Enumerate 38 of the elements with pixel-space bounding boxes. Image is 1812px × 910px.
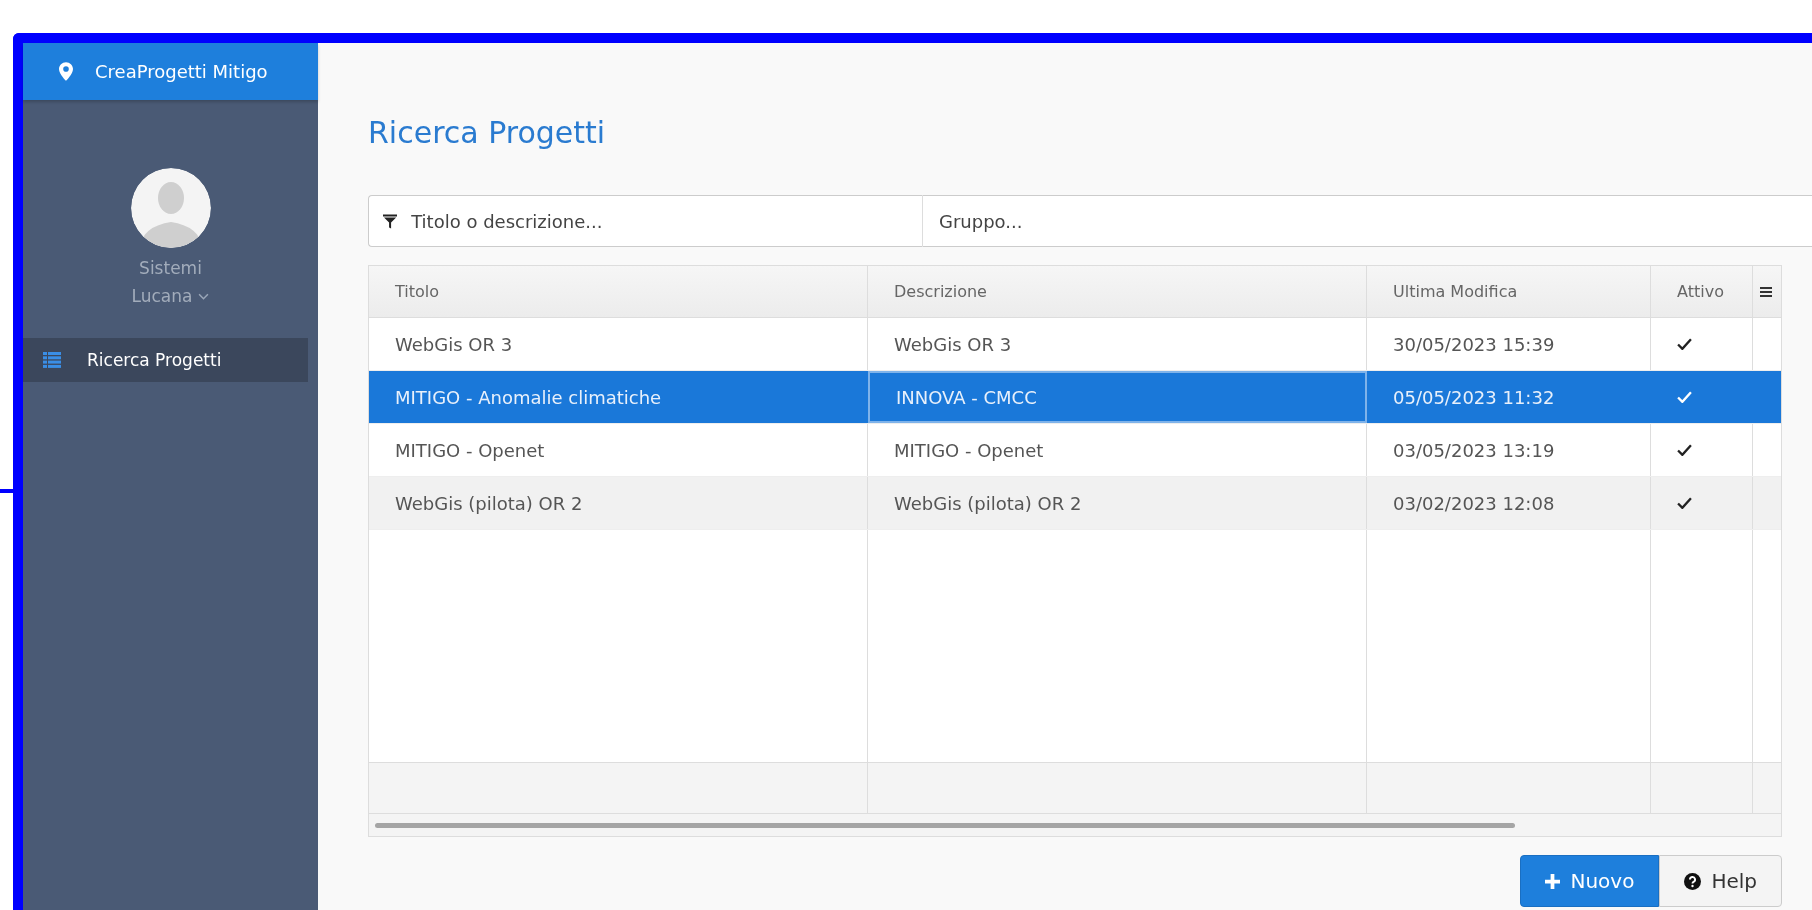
user-name: Sistemi xyxy=(139,257,202,280)
list-icon xyxy=(43,352,61,368)
table-cell: WebGis OR 3 xyxy=(894,333,1012,355)
filter-box[interactable]: Gruppo... xyxy=(923,195,1812,247)
table-cell: 03/02/2023 12:08 xyxy=(1393,492,1555,514)
chevron-down-icon xyxy=(198,292,210,300)
sidebar-item[interactable]: Ricerca Progetti xyxy=(23,338,308,382)
scrollbar-thumb[interactable] xyxy=(375,822,1515,828)
table-cell: 30/05/2023 15:39 xyxy=(1393,333,1555,355)
table-row[interactable]: WebGis (pilota) OR 2 WebGis (pilota) OR 2 03/02/2023 12:08 xyxy=(369,477,1781,530)
filter-box[interactable]: Titolo o descrizione... xyxy=(368,195,923,247)
column-header[interactable]: Descrizione xyxy=(868,266,1367,317)
column-header[interactable]: Attivo xyxy=(1651,266,1753,317)
filter-field[interactable]: Gruppo... xyxy=(937,209,1812,233)
table-cell: 05/05/2023 11:32 xyxy=(1393,386,1555,408)
column-header[interactable]: Ultima Modifica xyxy=(1367,266,1651,317)
table-cell: MITIGO - Openet xyxy=(395,439,545,461)
page-title: Ricerca Progetti xyxy=(368,114,606,152)
app-title: CreaProgetti Mitigo xyxy=(95,61,268,82)
table-row[interactable]: MITIGO - Anomalie climatiche INNOVA - CMCC 05/05/2023 11:32 xyxy=(369,371,1781,424)
table-cell: MITIGO - Openet xyxy=(894,439,1044,461)
user-name: Lucana xyxy=(131,282,210,310)
menu-icon[interactable] xyxy=(1760,286,1772,297)
filter-icon xyxy=(383,213,398,229)
table-cell: WebGis OR 3 xyxy=(395,333,513,355)
column-header[interactable]: Titolo xyxy=(369,266,868,317)
help-icon xyxy=(1684,872,1702,890)
table-cell: 03/05/2023 13:19 xyxy=(1393,439,1555,461)
filter-field[interactable]: Titolo o descrizione... xyxy=(409,209,922,233)
table-cell: MITIGO - Anomalie climatiche xyxy=(395,386,662,408)
table-cell: WebGis (pilota) OR 2 xyxy=(894,492,1082,514)
help-button[interactable]: Help xyxy=(1659,855,1782,907)
table-cell: INNOVA - CMCC xyxy=(896,386,1037,408)
user-menu[interactable]: Sistemi Lucana xyxy=(131,254,210,310)
new-button[interactable]: Nuovo xyxy=(1520,855,1660,907)
map-pin-icon xyxy=(59,62,73,81)
plus-icon xyxy=(1545,873,1561,889)
table-cell: WebGis (pilota) OR 2 xyxy=(395,492,583,514)
